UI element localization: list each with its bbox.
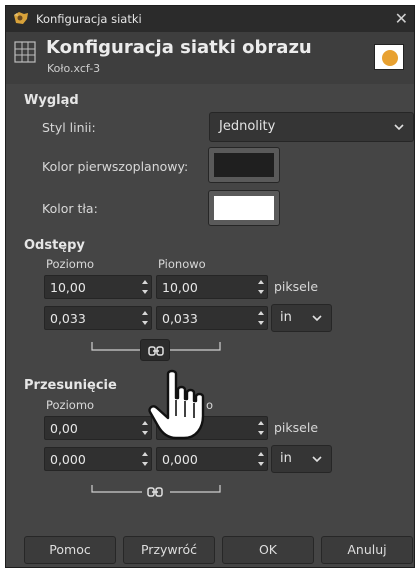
spacing-horizontal-label: Poziomo xyxy=(46,257,95,271)
spacing-horizontal-px-input[interactable]: 10,00 xyxy=(44,275,152,299)
cancel-button[interactable]: Anuluj xyxy=(321,536,413,564)
hand-pointer-cursor-icon xyxy=(148,369,205,440)
grid-config-dialog: Konfiguracja siatki ✕ Konfiguracja siatk… xyxy=(5,5,415,568)
spin-arrows-icon[interactable] xyxy=(257,419,265,437)
offset-horizontal-px-input[interactable]: 0,00 xyxy=(44,416,152,440)
thumbnail-circle xyxy=(382,50,398,66)
offset-unit-px-label: piksele xyxy=(274,420,319,435)
dialog-header: Konfiguracja siatki obrazu Koło.xcf-3 xyxy=(6,32,414,84)
dialog-title: Konfiguracja siatki obrazu xyxy=(46,37,312,58)
bg-color-button[interactable] xyxy=(208,190,280,226)
window-title: Konfiguracja siatki xyxy=(36,12,142,26)
spacing-vertical-in-value: 0,033 xyxy=(162,311,198,326)
fg-color-button[interactable] xyxy=(208,147,280,183)
offset-unit-value: in xyxy=(280,451,292,466)
spin-arrows-icon[interactable] xyxy=(141,450,149,468)
spacing-unit-value: in xyxy=(280,310,292,325)
offset-horizontal-in-value: 0,000 xyxy=(50,452,86,467)
offset-unit-select[interactable]: in xyxy=(271,445,332,473)
line-style-label: Styl linii: xyxy=(42,120,96,135)
offset-vertical-in-input[interactable]: 0,000 xyxy=(156,447,268,471)
line-style-value: Jednolity xyxy=(219,119,276,134)
grid-icon xyxy=(14,41,36,63)
offset-horizontal-label: Poziomo xyxy=(46,398,95,412)
spacing-horizontal-in-input[interactable]: 0,033 xyxy=(44,306,152,330)
chain-link-icon xyxy=(148,346,164,356)
bg-color-label: Kolor tła: xyxy=(42,201,98,216)
spacing-vertical-px-input[interactable]: 10,00 xyxy=(156,275,268,299)
spin-arrows-icon[interactable] xyxy=(257,309,265,327)
title-bar[interactable]: Konfiguracja siatki ✕ xyxy=(6,6,414,32)
offset-horizontal-in-input[interactable]: 0,000 xyxy=(44,447,152,471)
spacing-unit-select[interactable]: in xyxy=(271,304,332,332)
reset-button[interactable]: Przywróć xyxy=(123,536,215,564)
offset-section-title: Przesunięcie xyxy=(24,378,117,393)
gimp-app-icon xyxy=(14,12,28,24)
fg-color-label: Kolor pierwszoplanowy: xyxy=(42,159,189,174)
spacing-chain-toggle[interactable] xyxy=(140,339,170,361)
chevron-down-icon xyxy=(394,124,404,131)
spacing-vertical-in-input[interactable]: 0,033 xyxy=(156,306,268,330)
spacing-section-title: Odstępy xyxy=(24,238,85,253)
close-icon[interactable]: ✕ xyxy=(395,9,408,28)
bg-color-swatch xyxy=(214,196,274,220)
chevron-down-icon xyxy=(312,456,322,463)
line-style-select[interactable]: Jednolity xyxy=(209,112,414,142)
offset-vertical-in-value: 0,000 xyxy=(162,452,198,467)
offset-horizontal-px-value: 0,00 xyxy=(50,421,78,436)
help-button[interactable]: Pomoc xyxy=(24,536,116,564)
spacing-horizontal-px-value: 10,00 xyxy=(50,280,86,295)
spacing-horizontal-in-value: 0,033 xyxy=(50,311,86,326)
ok-button[interactable]: OK xyxy=(222,536,314,564)
spin-arrows-icon[interactable] xyxy=(257,278,265,296)
spin-arrows-icon[interactable] xyxy=(141,278,149,296)
image-name: Koło.xcf-3 xyxy=(47,62,101,75)
spin-arrows-icon[interactable] xyxy=(141,309,149,327)
fg-color-swatch xyxy=(214,153,274,177)
chevron-down-icon xyxy=(312,315,322,322)
spin-arrows-icon[interactable] xyxy=(257,450,265,468)
spacing-unit-px-label: piksele xyxy=(274,279,319,294)
image-thumbnail xyxy=(374,44,404,70)
appearance-section-title: Wygląd xyxy=(24,93,79,108)
chain-link-icon[interactable] xyxy=(146,485,164,499)
spacing-vertical-px-value: 10,00 xyxy=(162,280,198,295)
spacing-vertical-label: Pionowo xyxy=(158,257,206,271)
